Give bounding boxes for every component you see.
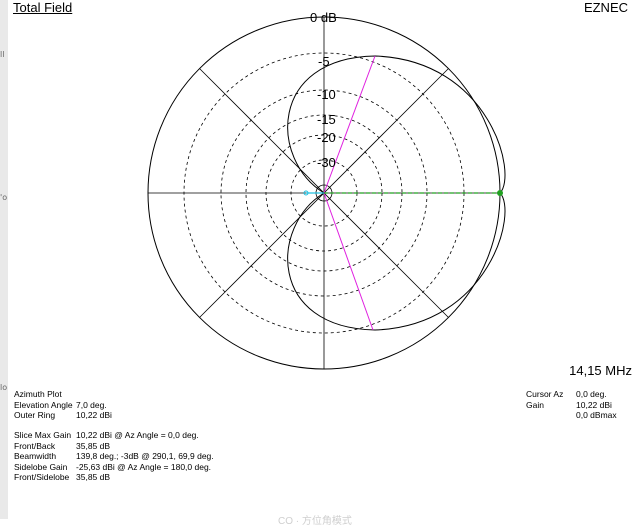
info-value: 10,22 dBi [76,410,112,420]
ring-label: -15 [317,112,336,127]
info-value: 10,22 dBi [576,399,612,410]
info-label: Slice Max Gain [14,430,72,440]
info-label: Azimuth Plot [14,389,62,399]
info-row: Gain 10,22 dBi [526,400,617,411]
info-row: Slice Max Gain 10,22 dBi @ Az Angle = 0,0… [14,430,214,441]
info-row: Sidelobe Gain -25,63 dBi @ Az Angle = 180… [14,462,214,473]
info-row: Elevation Angle 7,0 deg. [14,400,112,411]
pattern-stats-block: Slice Max Gain 10,22 dBi @ Az Angle = 0,0… [14,430,214,483]
info-row: Azimuth Plot [14,389,112,400]
info-value: 35,85 dB [76,440,111,451]
info-label: Beamwidth [14,451,57,461]
info-label: Front/Back [14,440,56,451]
cursor-marker[interactable] [497,190,503,196]
info-row: Cursor Az 0,0 deg. [526,389,617,400]
info-value: 0,0 deg. [576,389,607,399]
pattern-lobe-lower [287,192,506,331]
info-row: Front/Sidelobe 35,85 dB [14,472,214,483]
info-value: 10,22 dBi @ Az Angle = 0,0 deg. [76,430,199,440]
ring-label: -30 [317,155,336,170]
info-value: 35,85 dB [76,472,111,482]
info-value: 139,8 deg.; -3dB @ 290,1, 69,9 deg. [76,451,214,461]
beamwidth-line-lower [323,192,374,331]
ring-label: -10 [317,87,336,102]
info-row: Outer Ring 10,22 dBi [14,410,112,421]
cursor-info-block: Cursor Az 0,0 deg. Gain 10,22 dBi 0,0 dBma… [526,389,617,421]
ring-label: -5 [318,54,330,69]
azimuth-info-block: Azimuth Plot Elevation Angle 7,0 deg. Out… [14,389,112,421]
info-label: Sidelobe Gain [14,461,68,472]
info-row: Beamwidth 139,8 deg.; -3dB @ 290,1, 69,9 … [14,451,214,462]
info-value: 0,0 dBmax [576,410,617,420]
info-label: Cursor Az [526,389,564,399]
info-row: Front/Back 35,85 dB [14,441,214,452]
info-label: Front/Sidelobe [14,472,70,482]
info-row: 0,0 dBmax [526,410,617,421]
info-label: Outer Ring [14,410,56,420]
info-value: -25,63 dBi @ Az Angle = 180,0 deg. [76,461,212,472]
caption-ghost-text: CO · 方位角模式 [278,516,352,527]
ring-label-0db: 0 dB [310,10,337,25]
info-label: Gain [526,399,544,410]
info-label [526,410,576,421]
ring-label: -20 [317,130,336,145]
info-value: 7,0 deg. [76,399,107,410]
info-label: Elevation Angle [14,399,73,410]
frequency-label: 14,15 MHz [569,363,632,378]
